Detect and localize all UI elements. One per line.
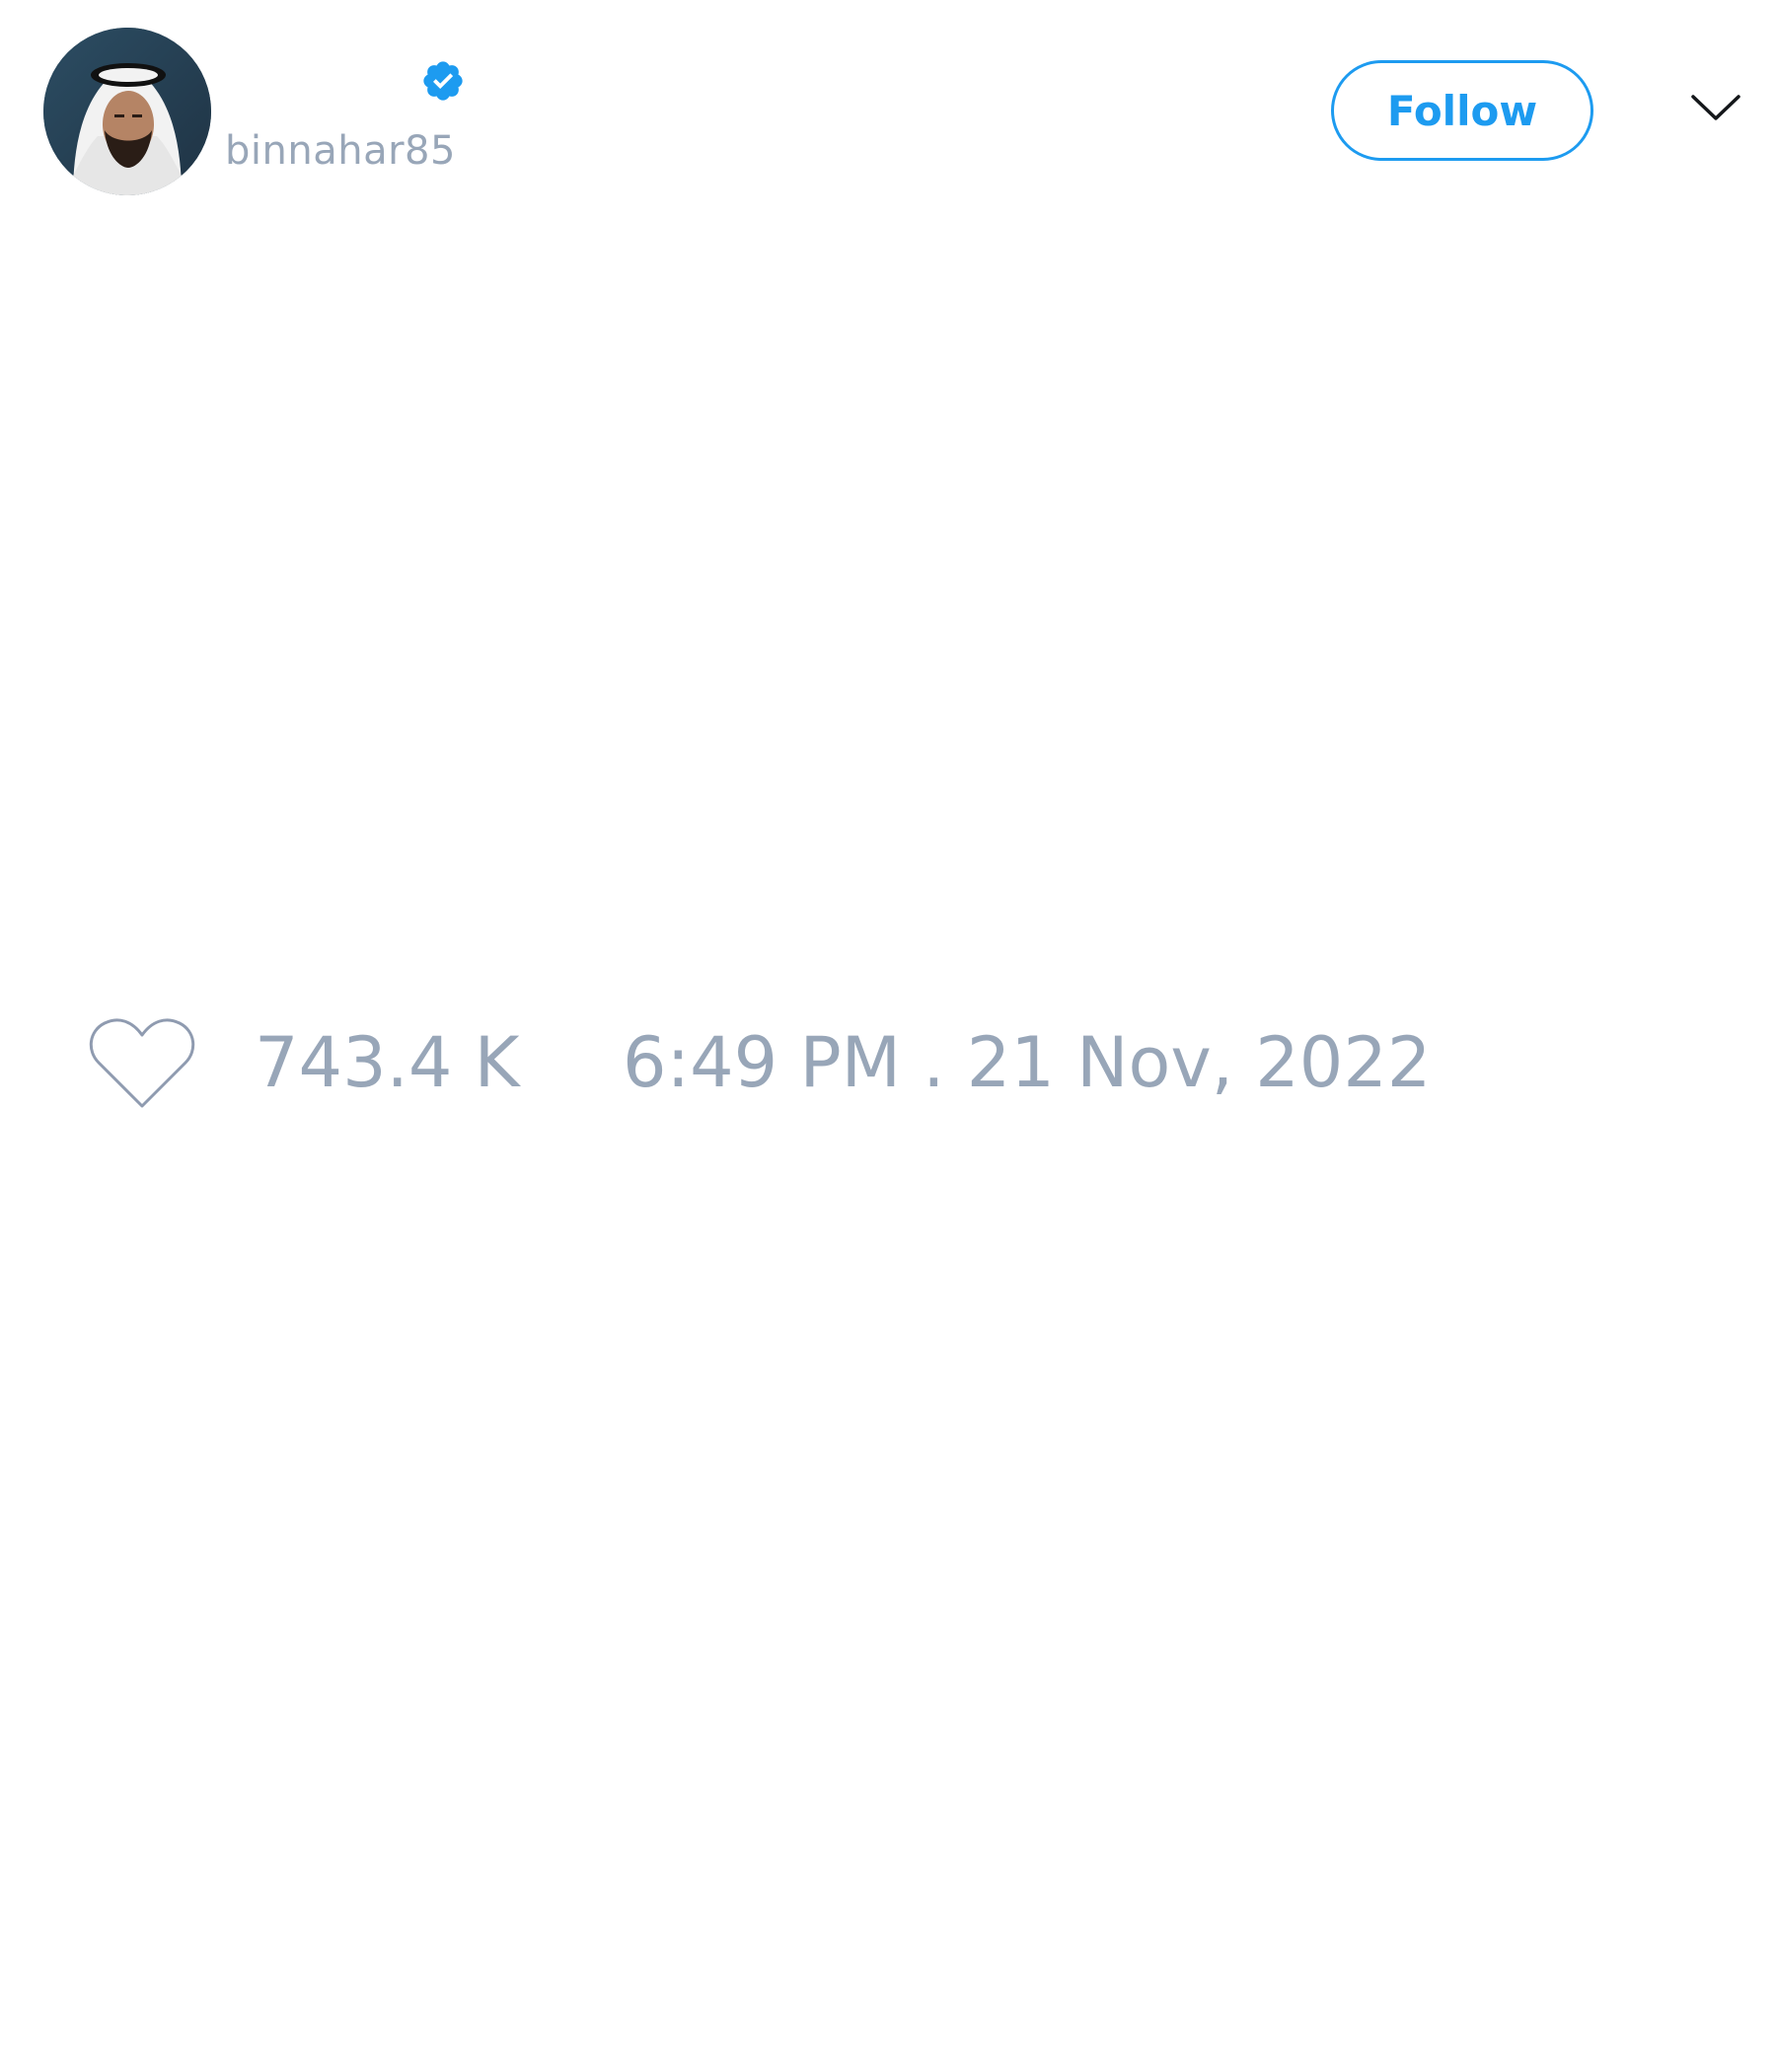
verified-badge-icon — [423, 61, 463, 101]
avatar[interactable] — [43, 28, 211, 195]
tweet-timestamp[interactable]: 6:49 PM . 21 Nov, 2022 — [623, 1022, 1431, 1103]
tweet-card: binnahar85 Follow 743.4 K 6:49 PM . 21 N… — [0, 0, 1776, 2072]
like-count: 743.4 K — [255, 1022, 520, 1103]
avatar-image — [43, 28, 211, 195]
user-handle[interactable]: binnahar85 — [225, 128, 456, 174]
follow-button[interactable]: Follow — [1331, 60, 1593, 161]
chevron-down-icon[interactable] — [1689, 89, 1742, 128]
display-name[interactable] — [225, 57, 235, 97]
heart-outline-icon[interactable] — [87, 1015, 197, 1114]
